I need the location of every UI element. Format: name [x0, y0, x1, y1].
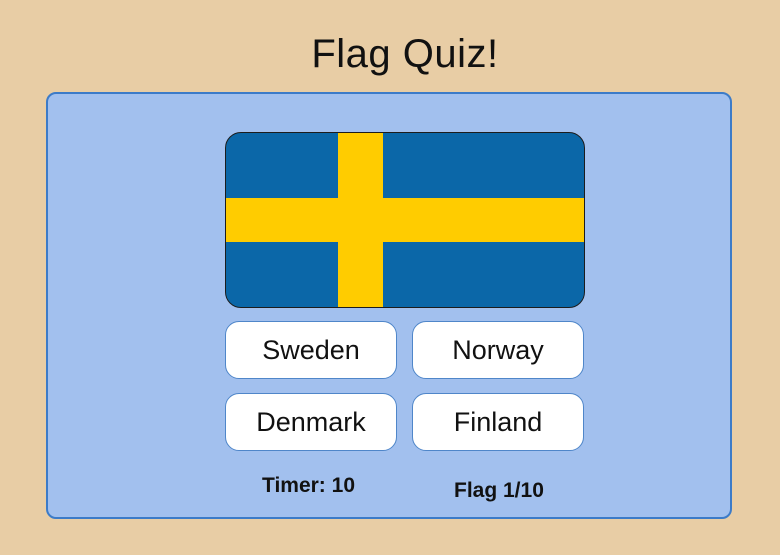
timer-label: Timer: 10 — [262, 474, 355, 497]
answer-button-norway[interactable]: Norway — [412, 321, 584, 379]
page-title: Flag Quiz! — [311, 32, 499, 76]
flag-progress-label: Flag 1/10 — [454, 479, 544, 502]
flag-cross-horizontal — [226, 198, 584, 242]
answer-button-denmark[interactable]: Denmark — [225, 393, 397, 451]
answer-button-finland[interactable]: Finland — [412, 393, 584, 451]
answer-button-sweden[interactable]: Sweden — [225, 321, 397, 379]
sweden-flag-icon — [225, 132, 585, 308]
